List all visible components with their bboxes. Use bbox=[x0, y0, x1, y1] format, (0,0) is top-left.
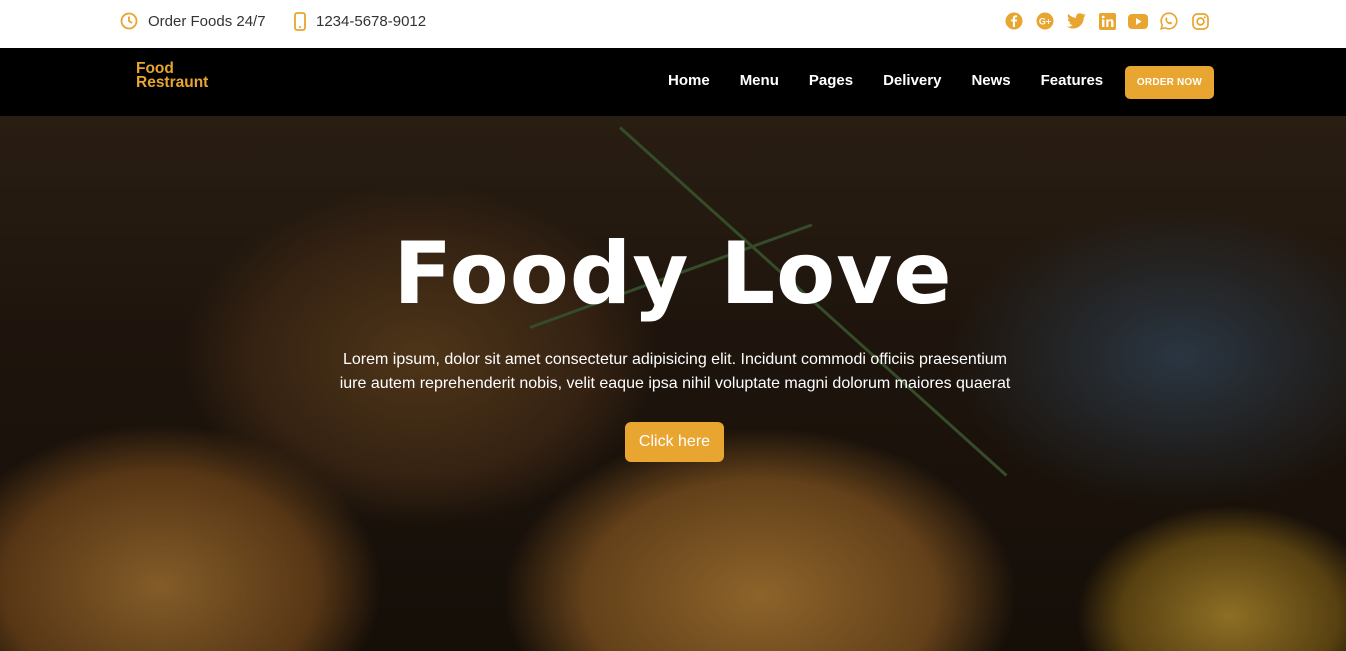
social-links: G+ bbox=[1004, 11, 1221, 31]
facebook-icon[interactable] bbox=[1004, 11, 1024, 31]
top-bar: Order Foods 24/7 1234-5678-9012 G+ bbox=[0, 0, 1346, 48]
whatsapp-icon[interactable] bbox=[1159, 11, 1179, 31]
svg-text:G+: G+ bbox=[1039, 17, 1051, 27]
click-here-button[interactable]: Click here bbox=[625, 422, 724, 462]
main-navbar: Food Restraunt Home Menu Pages Delivery … bbox=[0, 48, 1346, 116]
phone-text: 1234-5678-9012 bbox=[316, 12, 427, 30]
twitter-icon[interactable] bbox=[1066, 11, 1086, 31]
hero-description: Lorem ipsum, dolor sit amet consectetur … bbox=[339, 351, 1011, 392]
google-plus-icon[interactable]: G+ bbox=[1035, 11, 1055, 31]
hero-section: Foody Love Lorem ipsum, dolor sit amet c… bbox=[0, 116, 1346, 651]
nav-delivery[interactable]: Delivery bbox=[883, 72, 941, 89]
nav-features[interactable]: Features bbox=[1041, 72, 1104, 89]
order-now-button[interactable]: ORDER NOW bbox=[1125, 66, 1214, 99]
nav-news[interactable]: News bbox=[971, 72, 1010, 89]
nav-links: Home Menu Pages Delivery News Features bbox=[668, 72, 1133, 89]
clock-icon bbox=[120, 12, 138, 30]
nav-home[interactable]: Home bbox=[668, 72, 710, 89]
nav-menu[interactable]: Menu bbox=[740, 72, 779, 89]
site-logo[interactable]: Food Restraunt bbox=[136, 61, 209, 91]
youtube-icon[interactable] bbox=[1128, 11, 1148, 31]
linkedin-icon[interactable] bbox=[1097, 11, 1117, 31]
phone-info: 1234-5678-9012 bbox=[294, 11, 426, 31]
hours-info: Order Foods 24/7 bbox=[120, 11, 266, 31]
phone-icon bbox=[294, 11, 306, 31]
nav-pages[interactable]: Pages bbox=[809, 72, 853, 89]
hours-text: Order Foods 24/7 bbox=[148, 12, 266, 30]
logo-line-2: Restraunt bbox=[136, 74, 209, 91]
instagram-icon[interactable] bbox=[1190, 11, 1210, 31]
hero-title: Foody Love bbox=[393, 224, 953, 324]
